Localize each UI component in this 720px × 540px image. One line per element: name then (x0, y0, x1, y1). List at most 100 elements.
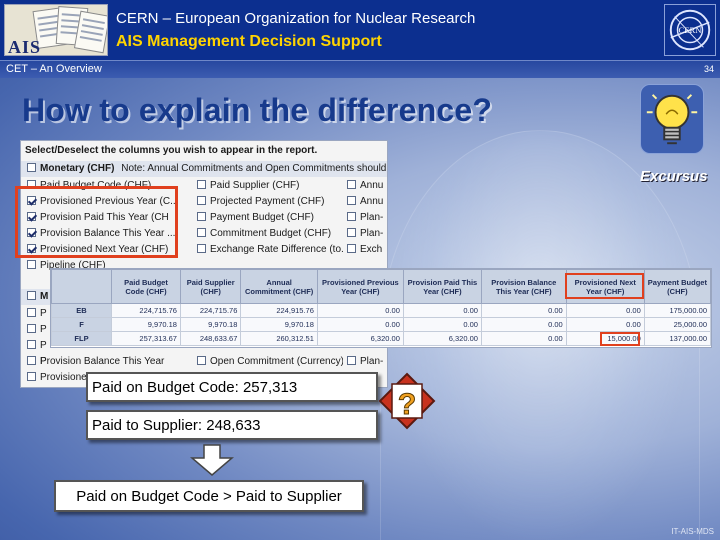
table-cell: 0.00 (480, 331, 567, 346)
column-header: Provision Balance This Year (CHF) (480, 269, 567, 304)
ais-logo-text: AIS (8, 37, 42, 56)
table-cell: 137,000.00 (643, 331, 712, 346)
paid-supplier-callout: Paid to Supplier: 248,633 (86, 410, 378, 440)
column-header: Payment Budget (CHF) (643, 269, 712, 304)
conclusion-callout: Paid on Budget Code > Paid to Supplier (54, 480, 364, 512)
checkbox[interactable] (347, 356, 356, 365)
checkbox[interactable] (27, 163, 36, 172)
checkbox[interactable] (347, 244, 356, 253)
checkbox[interactable] (197, 196, 206, 205)
checkbox[interactable] (197, 180, 206, 189)
row-header: EB (51, 303, 112, 318)
column-label: P (40, 308, 47, 319)
table-row: F 9,970.18 9,970.18 9,970.18 0.00 0.00 0… (51, 317, 712, 332)
table-cell: 0.00 (565, 317, 645, 332)
organization-title: CERN – European Organization for Nuclear… (116, 10, 476, 27)
checkbox[interactable] (27, 356, 36, 365)
table-cell: 248,633.67 (179, 331, 242, 346)
column-label: Paid Supplier (CHF) (210, 180, 300, 191)
column-label: Provision Balance This Year (40, 356, 165, 367)
value-highlight (600, 332, 640, 346)
panel-title: Select/Deselect the columns you wish to … (25, 145, 318, 156)
column-header: Provisioned Previous Year (CHF) (316, 269, 404, 304)
table-cell: 260,312.51 (240, 331, 318, 346)
column-label: Plan- (360, 212, 384, 223)
column-label: Provisione (40, 372, 87, 383)
slide-title: How to explain the difference? (22, 92, 493, 128)
column-label: Payment Budget (CHF) (210, 212, 314, 223)
column-label: Plan- (360, 356, 384, 367)
table-cell: 9,970.18 (179, 317, 242, 332)
table-cell: 0.00 (402, 317, 482, 332)
column-selector-panel: Select/Deselect the columns you wish to … (20, 140, 388, 388)
slide-header: AIS CERN – European Organization for Nuc… (0, 0, 720, 60)
column-label: Projected Payment (CHF) (210, 196, 325, 207)
table-cell: 6,320.00 (402, 331, 482, 346)
table-cell: 0.00 (480, 317, 567, 332)
table-cell: 0.00 (480, 303, 567, 318)
column-label: Exch (360, 244, 383, 255)
column-label: Plan- (360, 228, 384, 239)
checkbox[interactable] (347, 228, 356, 237)
paid-budget-callout: Paid on Budget Code: 257,313 (86, 372, 378, 402)
checkbox[interactable] (197, 356, 206, 365)
column-label: Monetary (CHF) (40, 163, 115, 174)
checkbox[interactable] (347, 196, 356, 205)
section-label: CET – An Overview (6, 63, 102, 75)
footer-label: IT-AIS-MDS (671, 527, 714, 536)
row-header: F (51, 317, 112, 332)
table-cell: 224,915.76 (240, 303, 318, 318)
column-header: Provision Paid This Year (CHF) (402, 269, 482, 304)
table-cell: 25,000.00 (643, 317, 712, 332)
table-cell: 175,000.00 (643, 303, 712, 318)
checkbox[interactable] (27, 308, 36, 317)
lightbulb-icon (640, 84, 704, 154)
table-cell: 257,313.67 (111, 331, 181, 346)
checkbox[interactable] (197, 212, 206, 221)
checkbox[interactable] (347, 212, 356, 221)
column-label: Annu (360, 180, 384, 191)
column-label: Annu (360, 196, 384, 207)
column-label: Commitment Budget (CHF) (210, 228, 332, 239)
table-cell: 224,715.76 (179, 303, 242, 318)
table-cell: 0.00 (402, 303, 482, 318)
column-label: Open Commitment (Currency) (210, 356, 343, 367)
column-label: Exchange Rate Difference (to... (210, 244, 343, 255)
column-header: Paid Supplier (CHF) (179, 269, 242, 304)
selected-columns-highlight (15, 186, 178, 258)
table-cell: 6,320.00 (316, 331, 404, 346)
checkbox[interactable] (27, 340, 36, 349)
provisioned-next-year-highlight (565, 273, 644, 299)
question-mark-icon: ? (378, 372, 436, 430)
table-row: EB 224,715.76 224,715.76 224,915.76 0.00… (51, 303, 712, 318)
column-label: M (40, 291, 49, 302)
table-cell: 0.00 (565, 303, 645, 318)
row-header: FLP (51, 331, 112, 346)
checkbox[interactable] (27, 372, 36, 381)
checkbox[interactable] (27, 260, 36, 269)
column-label: P (40, 324, 47, 335)
column-row: Provision Balance This Year Open Commitm… (21, 354, 387, 370)
panel-note: Note: Annual Commitments and Open Commit… (121, 163, 387, 174)
column-header: Paid Budget Code (CHF) (111, 269, 181, 304)
table-cell: 0.00 (316, 317, 404, 332)
table-cell: 9,970.18 (240, 317, 318, 332)
excursus-label: Excursus (640, 168, 708, 185)
page-number: 34 (703, 64, 714, 74)
checkbox[interactable] (27, 291, 36, 300)
checkbox[interactable] (197, 244, 206, 253)
department-title: AIS Management Decision Support (116, 33, 382, 50)
cern-logo-icon: CERN (664, 4, 716, 56)
slide-subheader: CET – An Overview 34 (0, 60, 720, 78)
table-cell: 224,715.76 (111, 303, 181, 318)
svg-text:?: ? (398, 388, 416, 421)
column-row: Monetary (CHF) Note: Annual Commitments … (21, 161, 387, 177)
checkbox[interactable] (197, 228, 206, 237)
down-arrow-icon (190, 444, 234, 476)
column-header: Annual Commitment (CHF) (240, 269, 318, 304)
checkbox[interactable] (27, 324, 36, 333)
column-header (51, 269, 112, 304)
ais-logo: AIS (4, 4, 108, 56)
column-label: P (40, 340, 47, 351)
checkbox[interactable] (347, 180, 356, 189)
